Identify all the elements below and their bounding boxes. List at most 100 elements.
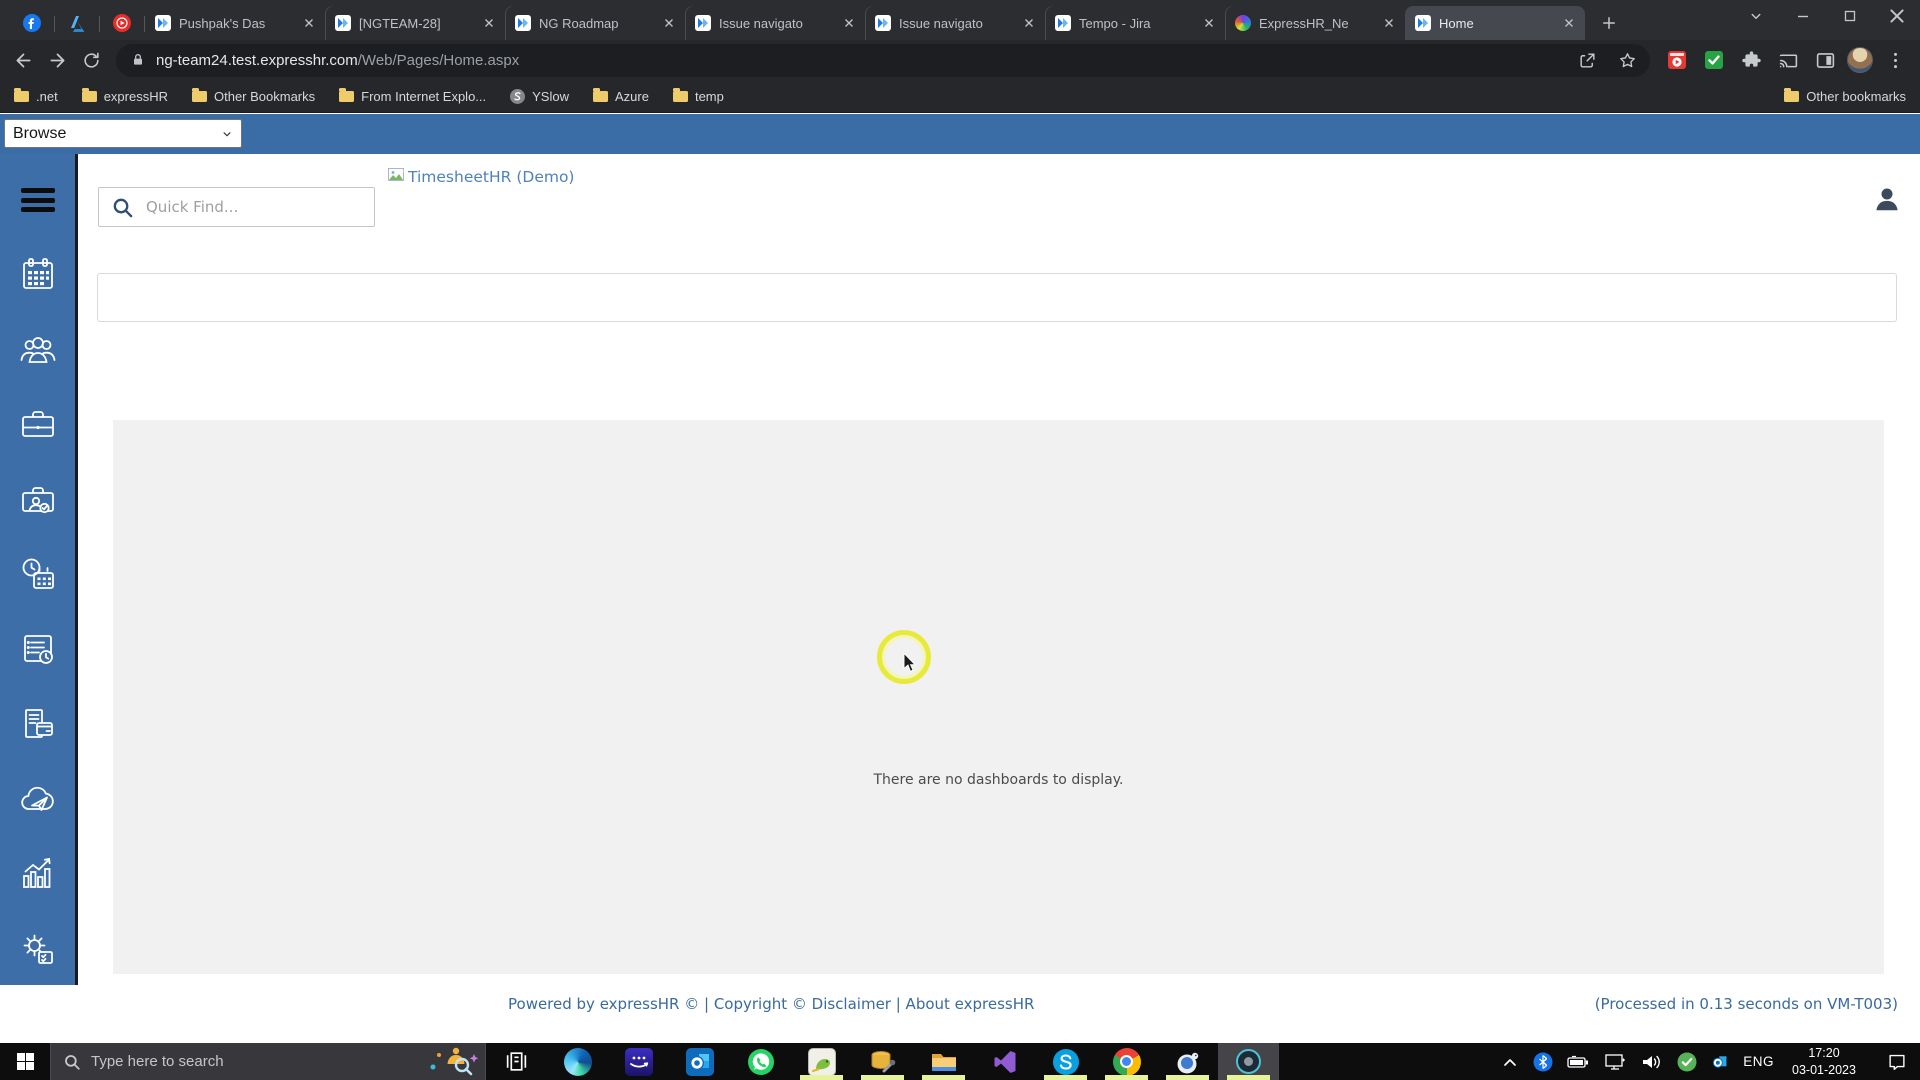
new-tab-button[interactable]: [1595, 9, 1623, 37]
sidebar-menu-button[interactable]: [20, 188, 55, 212]
taskbar-amazon-music-button[interactable]: [608, 1043, 669, 1080]
sidebar-item-organization[interactable]: [16, 402, 60, 446]
sidebar-item-payroll[interactable]: [16, 702, 60, 746]
volume-icon[interactable]: [1640, 1052, 1664, 1072]
taskbar-ssms-button[interactable]: [852, 1043, 913, 1080]
tab-title: ExpressHR_Ne: [1259, 15, 1349, 31]
tab-close-icon[interactable]: [840, 14, 858, 32]
site-logo-broken-image-link[interactable]: TimesheetHR (Demo): [388, 168, 574, 186]
display-network-icon[interactable]: [1603, 1052, 1627, 1072]
tab-issue-navigator-2[interactable]: Issue navigato: [865, 6, 1045, 40]
bookmark-star-button[interactable]: [1612, 45, 1642, 75]
jira-favicon: [875, 15, 891, 31]
taskbar-task-view-button[interactable]: [486, 1043, 547, 1080]
taskbar-edge-button[interactable]: [547, 1043, 608, 1080]
browse-select-value: Browse: [13, 124, 67, 142]
tab-close-icon[interactable]: [1380, 14, 1398, 32]
sidebar-item-reports[interactable]: [16, 852, 60, 896]
tab-expresshr[interactable]: ExpressHR_Ne: [1225, 6, 1405, 40]
taskbar-whatsapp-button[interactable]: [730, 1043, 791, 1080]
extension-video-downloader-button[interactable]: [1662, 45, 1692, 75]
bookmark-label: YSlow: [532, 88, 569, 104]
taskbar-visual-studio-button[interactable]: [974, 1043, 1035, 1080]
tab-close-icon[interactable]: [1200, 14, 1218, 32]
other-bookmarks-button[interactable]: Other bookmarks: [1784, 87, 1906, 104]
bookmark-dotnet[interactable]: .net: [14, 87, 58, 104]
profile-menu-button[interactable]: [1872, 184, 1902, 214]
sidebar-item-settings[interactable]: [16, 927, 60, 971]
quick-find-box[interactable]: [98, 187, 375, 227]
close-icon: [1890, 9, 1904, 23]
taskbar-screen-recorder-button-active[interactable]: [1218, 1043, 1279, 1080]
jira-favicon: [1415, 15, 1431, 31]
url-text[interactable]: ng-team24.test.expresshr.com/Web/Pages/H…: [156, 52, 1562, 69]
bookmark-from-internet-explorer[interactable]: From Internet Explo...: [339, 87, 486, 104]
tab-close-icon[interactable]: [480, 14, 498, 32]
chrome-menu-button[interactable]: [1880, 45, 1910, 75]
search-highlights-art[interactable]: [425, 1043, 483, 1080]
visual-studio-icon: [994, 1050, 1015, 1073]
tab-ng-roadmap[interactable]: NG Roadmap: [505, 6, 685, 40]
quick-find-input[interactable]: [146, 198, 362, 216]
extensions-menu-button[interactable]: [1736, 45, 1766, 75]
tab-home-active[interactable]: Home: [1405, 6, 1585, 40]
hidden-icons-chevron[interactable]: [1500, 1052, 1520, 1072]
address-bar[interactable]: ng-team24.test.expresshr.com/Web/Pages/H…: [116, 43, 1650, 77]
share-button[interactable]: [1572, 45, 1602, 75]
taskbar-notepad-plus-plus-button[interactable]: [791, 1043, 852, 1080]
bookmark-expresshr[interactable]: expressHR: [81, 87, 168, 104]
taskbar-search-box[interactable]: [50, 1043, 486, 1080]
yslow-icon: [510, 88, 526, 104]
side-panel-button[interactable]: [1810, 45, 1840, 75]
taskbar-skype-button[interactable]: [1035, 1043, 1096, 1080]
pinned-tab-azure-devops[interactable]: [55, 6, 99, 40]
pinned-tab-facebook[interactable]: [10, 6, 54, 40]
bookmark-azure[interactable]: Azure: [593, 87, 649, 104]
sidebar-item-timesheet[interactable]: [16, 627, 60, 671]
language-indicator[interactable]: ENG: [1743, 1054, 1774, 1069]
sidebar-item-leave-requests[interactable]: [16, 777, 60, 821]
extension-checker-button[interactable]: [1699, 45, 1729, 75]
battery-icon[interactable]: [1566, 1052, 1590, 1072]
taskbar-outlook-button[interactable]: [669, 1043, 730, 1080]
bookmark-temp[interactable]: temp: [672, 87, 724, 104]
start-button[interactable]: [0, 1043, 50, 1080]
bookmark-yslow[interactable]: YSlow: [510, 88, 569, 104]
taskbar-clock[interactable]: 17:20 03-01-2023: [1787, 1045, 1861, 1078]
tab-tempo-jira[interactable]: Tempo - Jira: [1045, 6, 1225, 40]
tab-search-button[interactable]: [1732, 0, 1779, 32]
outlook-tray-icon[interactable]: [1710, 1052, 1730, 1072]
tab-pushpaks-dashboard[interactable]: Pushpak's Das: [145, 6, 325, 40]
taskbar-search-input[interactable]: [91, 1053, 415, 1070]
tab-close-icon[interactable]: [300, 14, 318, 32]
taskbar-chrome-button[interactable]: [1096, 1043, 1157, 1080]
footer-links[interactable]: Powered by expressHR © | Copyright © Dis…: [508, 995, 1034, 1013]
antivirus-ok-icon[interactable]: [1677, 1052, 1697, 1072]
reload-button[interactable]: [74, 43, 108, 77]
action-center-icon[interactable]: [1886, 1051, 1908, 1073]
tab-close-icon[interactable]: [1020, 14, 1038, 32]
cast-button[interactable]: [1773, 45, 1803, 75]
taskbar-tortoise-svn-button[interactable]: [1157, 1043, 1218, 1080]
maximize-button[interactable]: [1826, 0, 1873, 32]
sidebar-item-team[interactable]: [16, 327, 60, 371]
tab-issue-navigator-1[interactable]: Issue navigato: [685, 6, 865, 40]
pinned-tab-youtube-music[interactable]: [100, 6, 144, 40]
web-page: Browse Quick Find... TimesheetHR (Demo) …: [0, 114, 1920, 1043]
sidebar-item-recruitment[interactable]: [16, 477, 60, 521]
profile-avatar[interactable]: [1847, 47, 1873, 73]
back-button[interactable]: [6, 43, 40, 77]
tab-close-icon[interactable]: [1560, 14, 1578, 32]
browse-select[interactable]: Browse: [4, 119, 242, 148]
taskbar-file-explorer-button[interactable]: [913, 1043, 974, 1080]
bluetooth-icon[interactable]: [1533, 1052, 1553, 1072]
close-window-button[interactable]: [1873, 0, 1920, 32]
briefcase-icon: [21, 411, 54, 437]
minimize-button[interactable]: [1779, 0, 1826, 32]
sidebar-item-time-attendance[interactable]: [16, 552, 60, 596]
tab-close-icon[interactable]: [660, 14, 678, 32]
forward-button[interactable]: [40, 43, 74, 77]
bookmark-other-bookmarks-folder[interactable]: Other Bookmarks: [191, 87, 315, 104]
sidebar-item-calendar[interactable]: [16, 252, 60, 296]
tab-ngteam-28[interactable]: [NGTEAM-28]: [325, 6, 505, 40]
